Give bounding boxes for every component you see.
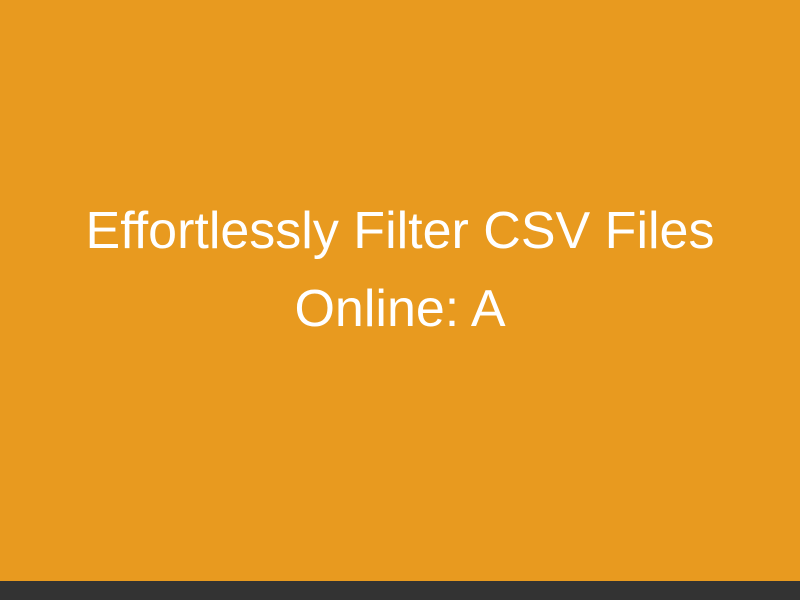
bottom-bar bbox=[0, 581, 800, 600]
title-container: Effortlessly Filter CSV Files Online: A bbox=[0, 0, 800, 600]
page-title: Effortlessly Filter CSV Files Online: A bbox=[70, 192, 730, 348]
